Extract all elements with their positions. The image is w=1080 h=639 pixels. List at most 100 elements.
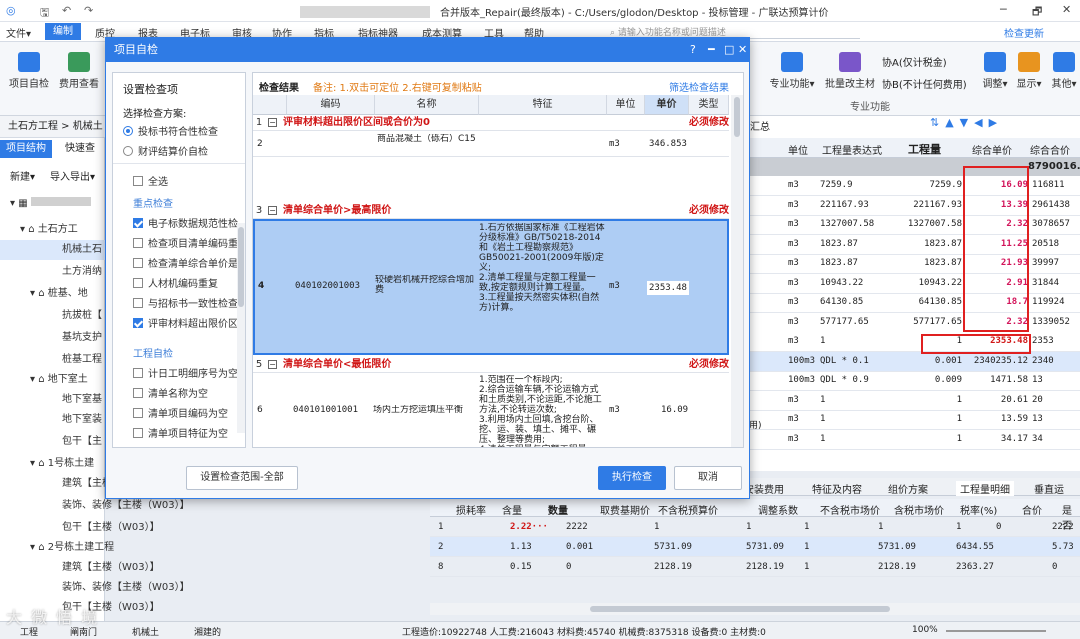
tab-quick-query[interactable]: 快速查 <box>56 140 104 158</box>
display-button[interactable]: 显示▾ <box>1016 52 1042 90</box>
result-row[interactable]: 6 040101001001 场内土方挖运填压平衡 1.范围在一个标段内; 2.… <box>253 373 729 447</box>
tree-item[interactable]: 建筑【主楼 <box>0 474 105 494</box>
tab-project-structure[interactable]: 项目结构 <box>0 140 52 158</box>
results-scrollbar-thumb[interactable] <box>734 97 740 137</box>
maximize-icon[interactable]: 🗗 <box>1032 3 1042 22</box>
project-self-check-button[interactable]: 项目自检 <box>8 52 50 90</box>
cancel-button[interactable]: 取消 <box>674 466 742 490</box>
tree-item[interactable]: 建筑【主楼（W03）】 <box>62 558 262 578</box>
tree-item-selected[interactable]: 机械土石 <box>0 240 105 260</box>
tree-item[interactable]: 装饰、装修【主楼（W03）】 <box>62 578 262 598</box>
collapse-icon[interactable]: − <box>268 206 277 215</box>
tree-item[interactable]: 地下室装 <box>0 410 105 430</box>
breadcrumb-item[interactable]: 土石方工程 <box>8 121 58 132</box>
main-grid-row[interactable]: m3 7259.9 7259.9 16.09 116811 <box>740 176 1080 196</box>
filter-results-link[interactable]: 筛选检查结果 <box>669 79 729 94</box>
tax-option-b[interactable]: 协B(不计任何费用) <box>882 76 967 91</box>
dialog-close-icon[interactable]: ✕ <box>738 38 747 62</box>
tab-feature-content[interactable]: 特征及内容 <box>812 481 862 496</box>
status-tab[interactable]: 机械土 <box>132 625 159 638</box>
main-grid-row[interactable]: m3 221167.93 221167.93 13.39 2961438 <box>740 196 1080 216</box>
other-button[interactable]: 其他▾ <box>1050 52 1078 90</box>
main-grid-row[interactable]: m3 1327007.58 1327007.58 2.32 3078657 <box>740 215 1080 235</box>
tab-quantity-detail[interactable]: 工程量明细 <box>956 481 1014 496</box>
scheme-radio-bid[interactable]: 投标书符合性检查 <box>123 123 247 141</box>
bottom-grid-row[interactable]: 8 0.15 0 2128.19 2128.19 1 2128.19 2363.27 0 <box>430 557 1080 577</box>
result-row-selected[interactable]: 4 040102001003 较硬岩机械开挖综合增加费 1.石方依据国家标准《工… <box>253 219 729 355</box>
grid-nav-icons[interactable]: ⇅▲▼◀▶ <box>930 116 1003 129</box>
result-group[interactable]: 5− 清单综合单价<最低限价 必须修改 <box>253 357 729 373</box>
tree-item[interactable]: ▾ ⌂ 2号栋土建工程 <box>30 538 230 558</box>
settings-scrollbar-thumb[interactable] <box>238 227 244 307</box>
checkbox-icon <box>133 428 143 438</box>
adjust-button[interactable]: 调整▾ <box>982 52 1008 90</box>
tab-install-fee[interactable]: 安装费用 <box>744 481 784 496</box>
menu-edit[interactable]: 编制 <box>45 23 81 40</box>
tree-item[interactable]: 土方消纳 <box>0 262 105 282</box>
result-row[interactable]: 2 商品混凝土（砾石）C15 m3 346.853 <box>253 131 729 157</box>
tree-item[interactable]: ▾ ⌂ 1号栋土建 <box>0 454 105 474</box>
tree-item[interactable]: 抗拔桩【 <box>0 306 105 326</box>
professional-function-button[interactable]: 专业功能▾ <box>766 52 818 90</box>
collapse-icon[interactable]: − <box>268 118 277 127</box>
horizontal-scrollbar[interactable] <box>430 603 1080 615</box>
breadcrumb-item[interactable]: 机械土 <box>73 121 103 132</box>
main-grid-row[interactable]: m3 64130.85 64130.85 18.7 119924 <box>740 293 1080 313</box>
tax-option-a[interactable]: 协A(仅计税金) <box>882 54 947 69</box>
tree-item[interactable]: ▾ ⌂ 土石方工 <box>0 220 105 240</box>
tree-item[interactable]: 地下室基 <box>0 390 105 410</box>
menu-file[interactable]: 文件▾ <box>6 25 31 40</box>
tab-vertical-transport[interactable]: 垂直运 <box>1034 481 1064 496</box>
new-button[interactable]: 新建▾ <box>10 168 35 183</box>
minimize-icon[interactable]: ─ <box>1000 3 1007 16</box>
main-grid-row[interactable]: m3 1 1 34.17 34 <box>740 430 1080 450</box>
cell-pre: 1 <box>746 522 752 532</box>
run-check-button[interactable]: 执行检查 <box>598 466 666 490</box>
zoom-slider[interactable] <box>946 630 1046 632</box>
batch-change-material-button[interactable]: 批量改主材 <box>822 52 878 90</box>
result-group[interactable]: 1− 评审材料超出限价区间或合价为0 必须修改 <box>253 115 729 131</box>
tab-pricing-scheme[interactable]: 组价方案 <box>888 481 928 496</box>
check-update-button[interactable]: 检查更新 <box>1004 25 1044 40</box>
select-all-checkbox[interactable]: 全选 <box>133 173 257 191</box>
collapse-icon[interactable]: − <box>268 360 277 369</box>
main-grid-row[interactable]: 100m3 QDL * 0.9 0.009 1471.58 13 <box>740 371 1080 391</box>
main-grid-row[interactable]: m3 10943.22 10943.22 2.91 31844 <box>740 274 1080 294</box>
main-grid-row[interactable]: m3 1823.87 1823.87 11.25 20518 <box>740 235 1080 255</box>
quick-access-undo-icon[interactable]: ↶ <box>62 4 71 17</box>
scrollbar-thumb[interactable] <box>590 606 890 612</box>
quick-access-redo-icon[interactable]: ↷ <box>84 4 93 17</box>
dialog-minimize-icon[interactable]: ━ <box>708 38 715 62</box>
cell-qty: 0.001 <box>934 355 962 366</box>
main-grid-row[interactable]: 100m3 QDL * 0.1 0.001 2340235.12 2340 <box>740 351 1080 372</box>
help-icon[interactable]: ? <box>690 38 696 62</box>
summary-tab[interactable]: 汇总 <box>750 118 770 133</box>
set-check-scope-button[interactable]: 设置检查范围-全部 <box>186 466 298 490</box>
tree-root[interactable]: ▾ ▦ <box>0 194 105 214</box>
fee-view-button[interactable]: 费用查看 <box>56 52 102 90</box>
tree-item[interactable]: 装饰、装修【主楼（W03）】 <box>62 496 262 516</box>
results-scrollbar[interactable] <box>731 95 743 447</box>
settings-scrollbar[interactable] <box>237 223 245 433</box>
tree-item[interactable]: 基坑支护 <box>0 328 105 348</box>
result-group[interactable]: 3− 清单综合单价>最高限价 必须修改 <box>253 203 729 219</box>
main-grid-row[interactable]: m3 1823.87 1823.87 21.93 39997 <box>740 254 1080 274</box>
quick-access-save-icon[interactable]: 🖫 <box>40 4 49 23</box>
tree-item[interactable]: 包干【主楼（W03）】 <box>62 518 262 538</box>
tree-item[interactable]: ▾ ⌂ 桩基、地 <box>0 284 105 304</box>
tree-item[interactable]: 桩基工程 <box>0 350 105 370</box>
tree-item[interactable]: 包干【主 <box>0 432 105 452</box>
tree-item[interactable]: ▾ ⌂ 地下室土 <box>0 370 105 390</box>
close-icon[interactable]: ✕ <box>1062 3 1071 16</box>
main-grid-row[interactable]: m3 1 1 13.59 13 <box>740 410 1080 430</box>
bottom-grid-row[interactable]: 2 1.13 0.001 5731.09 5731.09 1 5731.09 6434.55 5… <box>430 537 1080 557</box>
cell-unit: m3 <box>788 180 799 190</box>
cell-unit: 100m3 <box>788 375 816 385</box>
scheme-radio-settlement[interactable]: 财评结算价自检 <box>123 143 247 161</box>
main-grid-row[interactable]: m3 577177.65 577177.65 2.32 1339052 <box>740 313 1080 333</box>
import-export-button[interactable]: 导入导出▾ <box>50 168 95 183</box>
dialog-maximize-icon[interactable]: □ <box>724 38 734 62</box>
main-grid-row[interactable]: m3 1 1 20.61 20 <box>740 391 1080 411</box>
bottom-grid-row[interactable]: 1 2.22··· 2222 1 1 1 1 1 0 2222 <box>430 517 1080 537</box>
status-tab[interactable]: 湘建的 <box>194 625 221 638</box>
